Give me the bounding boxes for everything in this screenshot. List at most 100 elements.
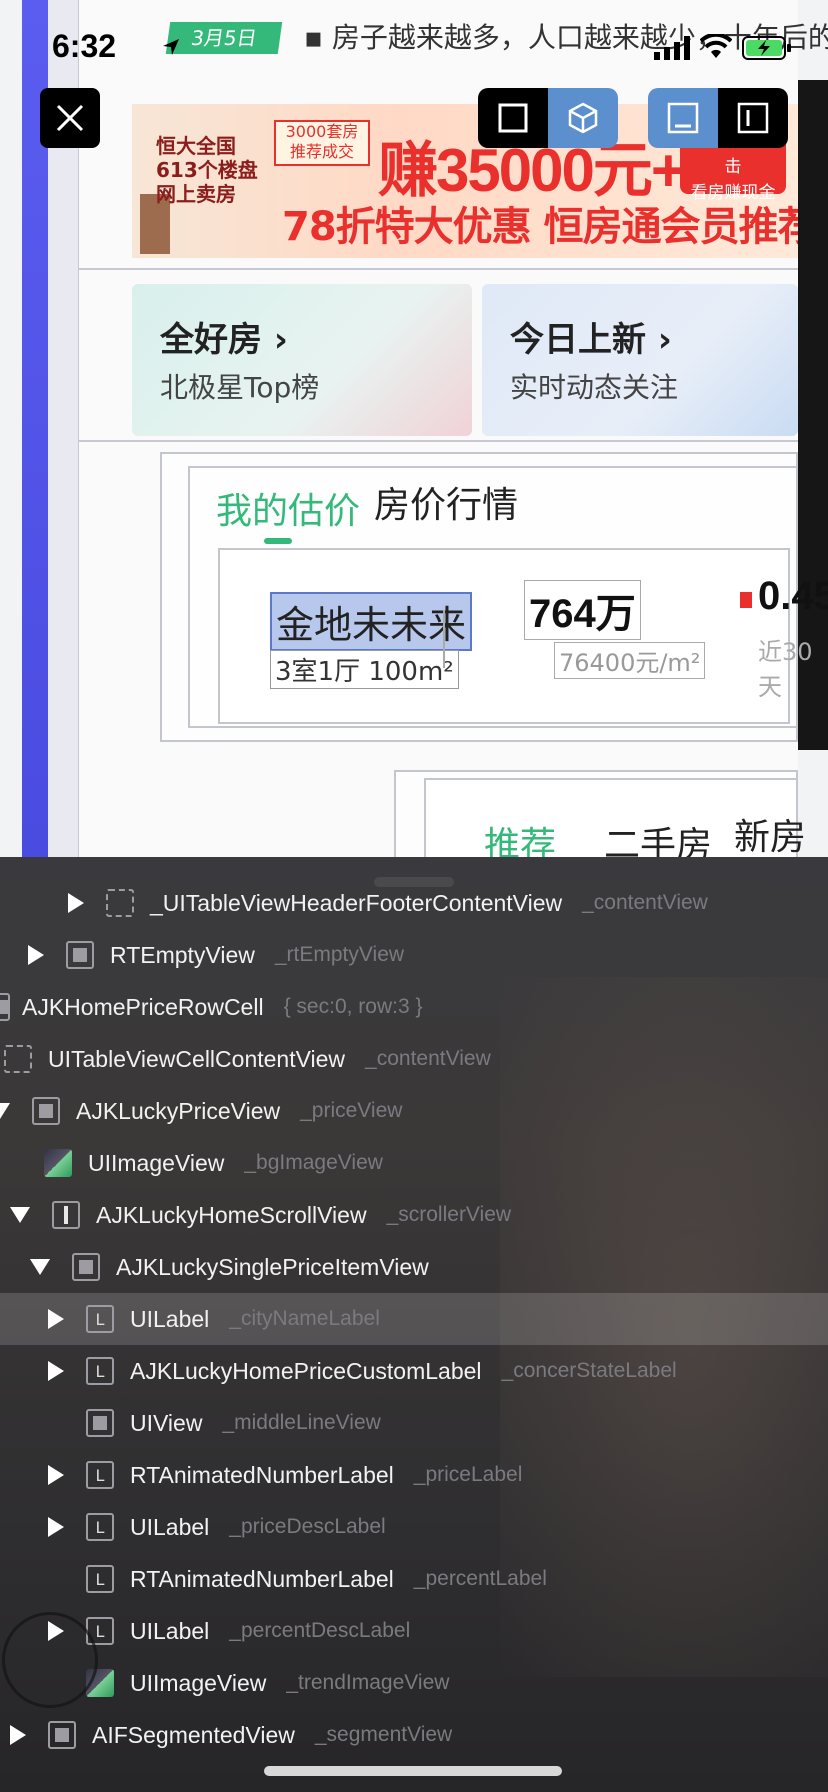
disclosure-icon[interactable]	[10, 1725, 26, 1745]
disclosure-icon[interactable]	[48, 1465, 64, 1485]
disclosure-icon[interactable]	[48, 1361, 64, 1381]
var-name: _middleLineView	[222, 1411, 381, 1434]
content-view-icon	[4, 1045, 32, 1073]
var-name: _bgImageView	[244, 1151, 383, 1174]
var-name: _segmentView	[314, 1723, 453, 1746]
hierarchy-row[interactable]: AIFSegmentedView _segmentView	[0, 1709, 828, 1761]
view-hierarchy-panel[interactable]: _UITableViewHeaderFooterContentView _con…	[0, 857, 828, 1792]
var-name: _priceView	[300, 1099, 403, 1122]
price-desc-label: 76400元/m²	[554, 642, 706, 679]
hierarchy-row-selected[interactable]: L UILabel _cityNameLabel	[0, 1293, 828, 1345]
hierarchy-row[interactable]: L UILabel _priceDescLabel	[0, 1501, 828, 1553]
touch-indicator	[2, 1612, 98, 1708]
hierarchy-row[interactable]: AJKLuckyHomeScrollView _scrollerView	[0, 1189, 828, 1241]
class-name: AIFSegmentedView	[92, 1721, 295, 1748]
close-button[interactable]	[40, 88, 100, 148]
class-name: UIImageView	[130, 1669, 267, 1696]
disclosure-open-icon[interactable]	[0, 1103, 10, 1119]
content-view-icon	[106, 889, 134, 917]
layout-toggle[interactable]	[648, 88, 788, 148]
home-indicator[interactable]	[264, 1766, 562, 1776]
class-name: RTAnimatedNumberLabel	[130, 1461, 394, 1488]
status-time: 6:32	[52, 28, 117, 64]
var-name: _contentView	[365, 1047, 491, 1070]
view-icon	[72, 1253, 100, 1281]
class-name: _UITableViewHeaderFooterContentView	[150, 889, 563, 916]
var-name: _priceLabel	[413, 1463, 523, 1486]
hierarchy-row[interactable]: L UILabel _percentDescLabel	[0, 1605, 828, 1657]
var-name: _cityNameLabel	[229, 1307, 380, 1330]
disclosure-icon[interactable]	[68, 893, 84, 913]
tab-price-market[interactable]: 房价行情	[374, 476, 518, 528]
hierarchy-row[interactable]: _UITableViewHeaderFooterContentView _con…	[0, 877, 828, 929]
var-name: _scrollerView	[386, 1203, 512, 1226]
hierarchy-row[interactable]: L RTAnimatedNumberLabel _percentLabel	[0, 1553, 828, 1605]
hierarchy-row[interactable]: L AJKLuckyHomePriceCustomLabel _concerSt…	[0, 1345, 828, 1397]
banner-badge: 3000套房 推荐成交	[274, 120, 370, 166]
location-arrow-icon	[163, 39, 179, 55]
scroll-view-icon	[52, 1201, 80, 1229]
hierarchy-row[interactable]: UIView _middleLineView	[0, 1397, 828, 1449]
hierarchy-row[interactable]: UITableViewCellContentView _contentView	[0, 1033, 828, 1085]
layer-divider	[78, 268, 798, 270]
label-icon: L	[86, 1461, 114, 1489]
disclosure-open-icon[interactable]	[10, 1207, 30, 1223]
new-listings-card[interactable]: 今日上新 › 实时动态关注	[482, 284, 798, 436]
side-panel-button[interactable]	[718, 88, 788, 148]
label-icon: L	[86, 1565, 114, 1593]
tab-new-house[interactable]: 新房	[734, 808, 806, 857]
hierarchy-row[interactable]: AJKLuckySinglePriceItemView	[0, 1241, 828, 1293]
hierarchy-row[interactable]: AJKHomePriceRowCell { sec:0, row:3 }	[0, 981, 828, 1033]
class-name: RTAnimatedNumberLabel	[130, 1565, 394, 1592]
square-icon	[498, 103, 528, 133]
class-name: AJKLuckyHomePriceCustomLabel	[130, 1357, 482, 1384]
tab-underline	[264, 538, 292, 544]
tab-recommend[interactable]: 推荐	[484, 816, 556, 857]
disclosure-icon[interactable]	[48, 1517, 64, 1537]
class-name: AJKLuckySinglePriceItemView	[116, 1253, 429, 1280]
3d-view-button[interactable]	[548, 88, 618, 148]
card-title: 全好房 ›	[160, 320, 288, 360]
city-name-label: 金地未未来	[270, 592, 473, 651]
var-name: _trendImageView	[286, 1671, 450, 1694]
cell-icon	[0, 993, 10, 1021]
class-name: AJKHomePriceRowCell	[22, 993, 264, 1020]
good-house-card[interactable]: 全好房 › 北极星Top榜	[132, 284, 472, 436]
disclosure-open-icon[interactable]	[30, 1259, 50, 1275]
close-icon	[56, 104, 84, 132]
cube-icon	[568, 102, 598, 134]
view-mode-toggle[interactable]	[478, 88, 618, 148]
side-panel-icon	[737, 102, 769, 134]
tab-my-valuation[interactable]: 我的估价	[216, 482, 360, 534]
bottom-panel-button[interactable]	[648, 88, 718, 148]
layer-divider	[78, 440, 798, 442]
card-title: 今日上新 ›	[510, 320, 672, 360]
disclosure-icon[interactable]	[28, 945, 44, 965]
view-hierarchy-3d-preview[interactable]: 3月5日 ▪ 房子越来越多，人口越来越少，十年后的 6:32 恒大全国 613个…	[0, 0, 828, 857]
tab-second-hand[interactable]: 二手房	[604, 816, 712, 857]
label-icon: L	[86, 1305, 114, 1333]
percent-desc-label: 近30天	[758, 638, 813, 701]
view-icon	[48, 1721, 76, 1749]
hierarchy-row[interactable]: L RTAnimatedNumberLabel _priceLabel	[0, 1449, 828, 1501]
hierarchy-row[interactable]: UIImageView _bgImageView	[0, 1137, 828, 1189]
banner-left-text: 恒大全国 613个楼盘 网上卖房	[156, 134, 258, 206]
var-name: { sec:0, row:3 }	[283, 995, 423, 1018]
label-icon: L	[86, 1513, 114, 1541]
hierarchy-row[interactable]: RTEmptyView _rtEmptyView	[0, 929, 828, 981]
trend-up-icon	[740, 592, 752, 608]
disclosure-icon[interactable]	[48, 1309, 64, 1329]
view-icon	[86, 1409, 114, 1437]
card-subtitle: 实时动态关注	[510, 371, 679, 404]
hierarchy-row[interactable]: UIImageView _trendImageView	[0, 1657, 828, 1709]
flat-view-button[interactable]	[478, 88, 548, 148]
hierarchy-row[interactable]: AJKLuckyPriceView _priceView	[0, 1085, 828, 1137]
rooms-label: 3室1厅 100m²	[270, 650, 459, 689]
class-name: AJKLuckyPriceView	[76, 1097, 281, 1124]
bottom-panel-icon	[667, 102, 699, 134]
view-icon	[66, 941, 94, 969]
battery-charging-icon	[742, 36, 791, 60]
class-name: UITableViewCellContentView	[48, 1045, 346, 1072]
class-name: UIImageView	[88, 1149, 225, 1176]
middle-line	[443, 610, 445, 668]
